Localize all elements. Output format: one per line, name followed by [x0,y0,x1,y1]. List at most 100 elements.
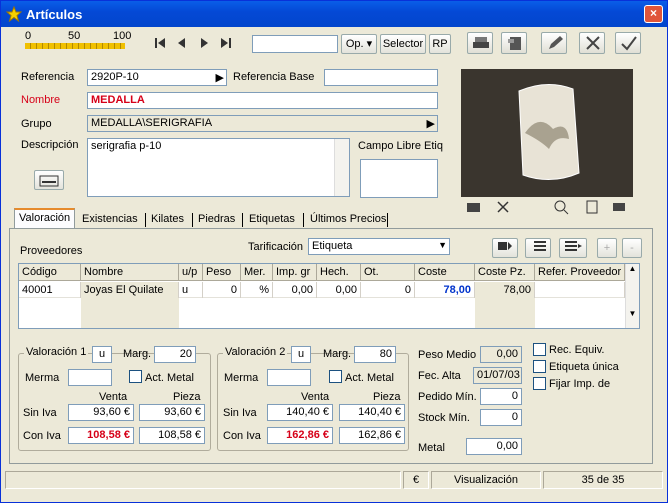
next-record-button[interactable] [195,34,213,52]
valoracion-1-unit[interactable]: u [92,346,112,363]
valoracion-2-merma-label: Merma [224,372,259,384]
window-title: Artículos [26,7,83,22]
col-header-coste[interactable]: Coste [415,264,475,281]
grid-export-button[interactable] [559,238,587,258]
title-bar: Artículos × [1,1,667,27]
zoom-slider[interactable]: 0 50 100 [21,30,131,52]
valoracion-1-marg-field[interactable]: 20 [154,346,196,363]
descripcion-field[interactable]: serigrafia p-10 [87,138,350,197]
grid-list-button[interactable] [525,238,551,258]
valoracion-2-act-metal-label: Act. Metal [345,372,394,384]
tab-ultimos-precios[interactable]: Últimos Precios [306,211,390,229]
op-dropdown[interactable]: Op. ▾ [341,34,377,54]
close-icon[interactable] [495,199,511,215]
close-button[interactable]: × [644,5,663,23]
valoracion-1-venta-label: Venta [99,391,128,403]
col-header-refer-proveedor[interactable]: Refer. Proveedor [535,264,625,281]
col-header-coste-pz[interactable]: Coste Pz. [475,264,535,281]
col-header-mer[interactable]: Mer. [241,264,273,281]
zoom-tick-0: 0 [25,30,32,42]
proveedores-label: Proveedores [20,245,83,257]
tab-existencias[interactable]: Existencias [78,211,142,229]
col-header-codigo[interactable]: Código [19,264,81,281]
status-bar: € Visualización 35 de 35 [5,471,663,489]
search-input[interactable] [252,35,338,53]
valoracion-2-sin-iva-pieza[interactable]: 140,40 € [339,404,405,421]
col-header-peso[interactable]: Peso [203,264,241,281]
remove-row-button[interactable]: - [622,238,642,258]
etiqueta-unica-checkbox[interactable] [533,360,546,373]
valoracion-1-sin-iva-pieza[interactable]: 93,60 € [139,404,205,421]
valoracion-2-unit[interactable]: u [291,346,311,363]
rec-equiv-checkbox[interactable] [533,343,546,356]
valoracion-2-marg-label: Marg. [323,348,352,360]
tarificacion-select[interactable]: Etiqueta ▼ [308,238,450,255]
grid-nav-button[interactable] [492,238,518,258]
col-header-ot[interactable]: Ot. [361,264,415,281]
tab-etiquetas[interactable]: Etiquetas [245,211,299,229]
stock-min-field[interactable]: 0 [480,409,522,426]
cell-imp-gr: 0,00 [273,282,317,298]
table-row[interactable]: 40001 Joyas El Quilate u 0 % 0,00 0,00 0… [19,282,625,298]
tab-kilates[interactable]: Kilates [147,211,188,229]
valoracion-1-act-metal-checkbox[interactable] [129,370,142,383]
referencia-field[interactable]: 2920P-10 ▶ [87,69,227,86]
accept-button[interactable] [615,32,641,54]
valoracion-2-act-metal-checkbox[interactable] [329,370,342,383]
valoracion-1-sin-iva-venta[interactable]: 93,60 € [68,404,134,421]
col-header-imp-gr[interactable]: Imp. gr [273,264,317,281]
valoracion-2-con-iva-venta[interactable]: 162,86 € [267,427,333,444]
col-header-up[interactable]: u/p [179,264,203,281]
image-toolbar [461,198,633,216]
prev-icon [178,38,185,48]
first-record-button[interactable] [151,34,169,52]
empty-row-shading [81,298,179,328]
valoracion-1-con-iva-venta[interactable]: 108,58 € [68,427,134,444]
descripcion-label: Descripción [21,139,79,151]
status-panel-empty [5,471,401,489]
stock-min-label: Stock Mín. [418,412,470,424]
referencia-base-label: Referencia Base [233,71,315,83]
valoracion-2-merma-field[interactable] [267,369,311,386]
etiqueta-unica-label: Etiqueta única [549,361,619,373]
col-header-nombre[interactable]: Nombre [81,264,179,281]
tab-piedras[interactable]: Piedras [194,211,239,229]
keyboard-button[interactable] [34,170,64,190]
valoracion-1-con-iva-pieza[interactable]: 108,58 € [139,427,205,444]
last-record-button[interactable] [217,34,235,52]
valoracion-1-merma-field[interactable] [68,369,112,386]
file-icon[interactable] [584,199,600,215]
descripcion-scrollbar[interactable] [334,139,349,196]
valoracion-2-pieza-label: Pieza [373,391,401,403]
rp-button[interactable]: RP [429,34,451,54]
valoracion-2-con-iva-label: Con Iva [223,430,261,442]
edit-button[interactable] [541,32,567,54]
print-button[interactable] [467,32,493,54]
pedido-min-field[interactable]: 0 [480,388,522,405]
valoracion-2-sin-iva-venta[interactable]: 140,40 € [267,404,333,421]
col-header-hech[interactable]: Hech. [317,264,361,281]
zoom-tick-50: 50 [68,30,81,42]
delete-button[interactable] [579,32,605,54]
camera-icon[interactable] [463,199,483,215]
prev-record-button[interactable] [173,34,191,52]
fijar-imp-checkbox[interactable] [533,377,546,390]
grupo-field[interactable]: MEDALLA\SERIGRAFIA ▶ [87,115,438,132]
status-currency: € [403,471,429,489]
tab-valoracion[interactable]: Valoración [14,208,76,229]
nombre-field[interactable]: MEDALLA [87,92,438,109]
valoracion-1-merma-label: Merma [25,372,60,384]
valoracion-2-con-iva-pieza[interactable]: 162,86 € [339,427,405,444]
selector-button[interactable]: Selector [380,34,426,54]
list-icon [534,241,546,251]
add-row-button[interactable]: + [597,238,617,258]
copy-button[interactable] [501,32,527,54]
valoracion-2-marg-field[interactable]: 80 [354,346,396,363]
table-scrollbar[interactable]: ▲ ▼ [625,264,639,328]
zoom-icon[interactable] [553,199,569,215]
metal-field[interactable]: 0,00 [466,438,522,455]
campo-libre-field[interactable] [360,159,438,198]
scanner-icon[interactable] [611,199,627,215]
printer-icon [473,37,489,48]
referencia-base-field[interactable] [324,69,438,86]
